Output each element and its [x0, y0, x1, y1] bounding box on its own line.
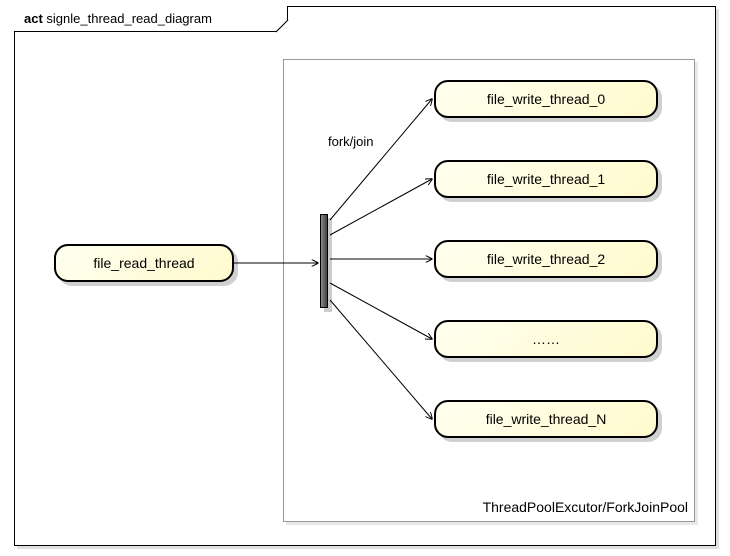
dots-node: ……	[434, 320, 658, 358]
wN-label: file_write_thread_N	[486, 411, 607, 427]
diagram-title: signle_thread_read_diagram	[46, 11, 212, 26]
diagram-title-tab: act signle_thread_read_diagram	[14, 6, 288, 32]
read-node: file_read_thread	[54, 244, 234, 282]
wN-node: file_write_thread_N	[434, 400, 658, 438]
pool-frame-label: ThreadPoolExcutor/ForkJoinPool	[483, 499, 688, 515]
fork-bar	[320, 214, 328, 308]
w1-node: file_write_thread_1	[434, 160, 658, 198]
dots-label: ……	[532, 331, 560, 347]
w0-node: file_write_thread_0	[434, 80, 658, 118]
w0-label: file_write_thread_0	[487, 91, 605, 107]
w2-label: file_write_thread_2	[487, 251, 605, 267]
pool-frame: ThreadPoolExcutor/ForkJoinPool	[283, 59, 695, 522]
diagram-title-prefix: act	[24, 11, 43, 26]
forkjoin-edge-label: fork/join	[328, 134, 374, 149]
w2-node: file_write_thread_2	[434, 240, 658, 278]
w1-label: file_write_thread_1	[487, 171, 605, 187]
read-node-label: file_read_thread	[93, 255, 194, 271]
